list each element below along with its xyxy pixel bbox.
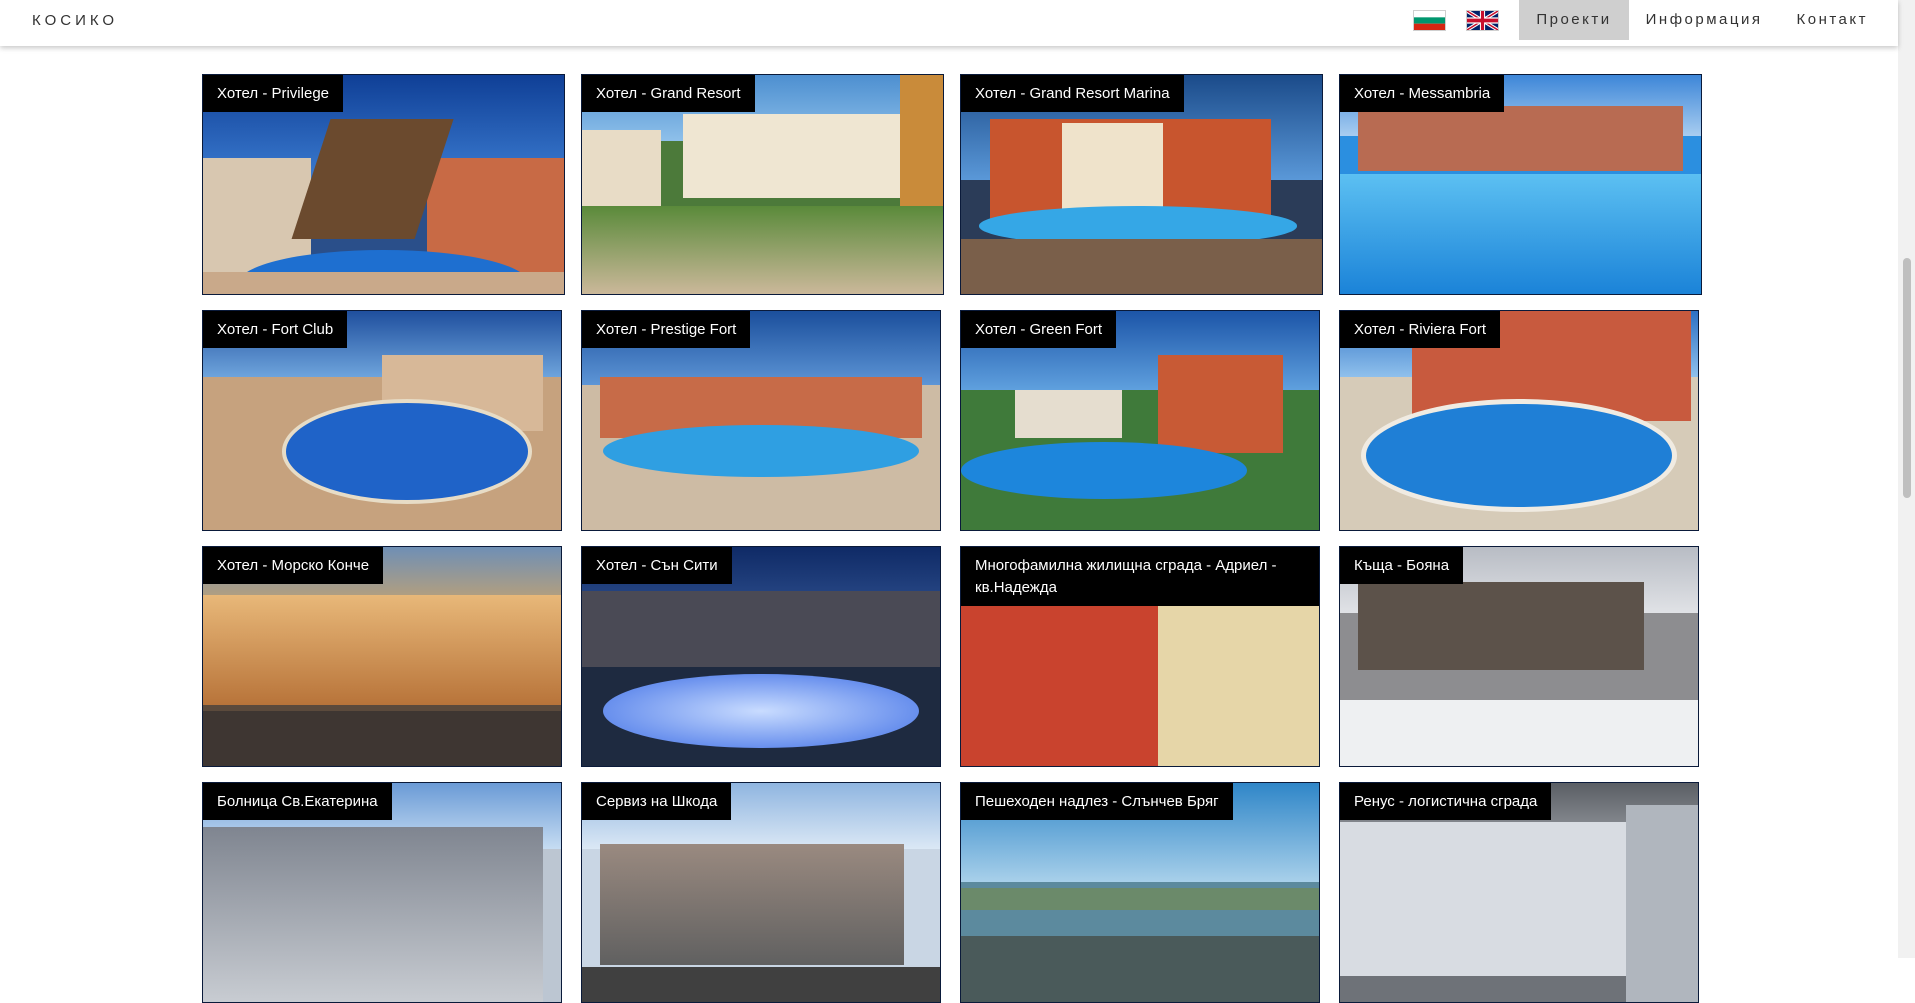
project-title: Хотел - Privilege: [203, 75, 344, 112]
project-tile[interactable]: Пешеходен надлез - Слънчев Бряг: [960, 782, 1320, 1003]
project-title: Хотел - Морско Кончe: [203, 547, 384, 584]
project-tile[interactable]: Хотел - Grand Resort: [581, 74, 944, 295]
project-tile[interactable]: Хотел - Green Fort: [960, 310, 1320, 531]
project-tile[interactable]: Хотел - Privilege: [202, 74, 565, 295]
english-flag-icon[interactable]: [1466, 9, 1500, 31]
project-title: Сервиз на Шкода: [582, 783, 732, 820]
project-tile[interactable]: Болница Св.Екатерина: [202, 782, 562, 1003]
project-title: Къща - Бояна: [1340, 547, 1464, 584]
scrollbar-thumb[interactable]: [1903, 258, 1911, 498]
projects-grid: Хотел - Privilege Хотел - Grand Resort Х…: [202, 74, 1702, 1003]
project-title: Хотел - Riviera Fort: [1340, 311, 1500, 348]
project-title: Пешеходен надлез - Слънчев Бряг: [961, 783, 1233, 820]
nav-information[interactable]: Информация: [1629, 0, 1780, 40]
project-tile[interactable]: Ренус - логистична сграда: [1339, 782, 1699, 1003]
nav-projects[interactable]: Проекти: [1519, 0, 1629, 40]
project-title: Болница Св.Екатерина: [203, 783, 392, 820]
project-title: Ренус - логистична сграда: [1340, 783, 1552, 820]
bulgarian-flag-icon[interactable]: [1413, 9, 1447, 31]
project-title: Многофамилна жилищна сграда - Адриел - к…: [961, 547, 1319, 606]
project-tile[interactable]: Многофамилна жилищна сграда - Адриел - к…: [960, 546, 1320, 767]
project-tile[interactable]: Хотел - Морско Кончe: [202, 546, 562, 767]
project-tile[interactable]: Хотел - Prestige Fort: [581, 310, 941, 531]
project-title: Хотел - Grand Resort Marina: [961, 75, 1184, 112]
project-tile[interactable]: Сервиз на Шкода: [581, 782, 941, 1003]
nav-menu: Проекти Информация Контакт: [1413, 0, 1898, 40]
project-title: Хотел - Messambria: [1340, 75, 1505, 112]
project-title: Хотел - Сън Сити: [582, 547, 732, 584]
project-title: Хотел - Green Fort: [961, 311, 1117, 348]
nav-contact[interactable]: Контакт: [1779, 0, 1898, 40]
project-tile[interactable]: Хотел - Grand Resort Marina: [960, 74, 1323, 295]
project-tile[interactable]: Къща - Бояна: [1339, 546, 1699, 767]
project-tile[interactable]: Хотел - Fort Club: [202, 310, 562, 531]
project-title: Хотел - Fort Club: [203, 311, 348, 348]
project-title: Хотел - Grand Resort: [582, 75, 755, 112]
top-navbar: КОСИКО Проекти Информация Контакт: [0, 0, 1898, 46]
project-title: Хотел - Prestige Fort: [582, 311, 751, 348]
brand-logo[interactable]: КОСИКО: [32, 12, 118, 29]
project-tile[interactable]: Хотел - Сън Сити: [581, 546, 941, 767]
page-scrollbar[interactable]: [1898, 0, 1915, 958]
project-tile[interactable]: Хотел - Riviera Fort: [1339, 310, 1699, 531]
project-tile[interactable]: Хотел - Messambria: [1339, 74, 1702, 295]
